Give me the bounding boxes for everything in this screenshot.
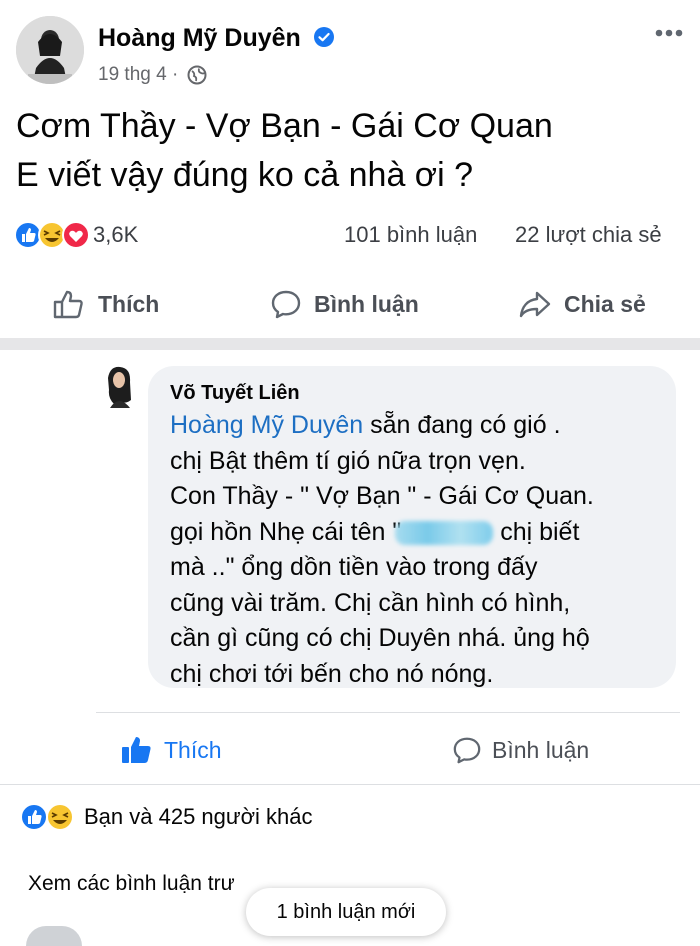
thumbs-up-filled-icon [122, 737, 151, 763]
comment-count-link[interactable]: 101 bình luận [344, 222, 477, 248]
comment-line-3: Con Thầy - " Vợ Bạn " - Gái Cơ Quan. [170, 482, 594, 510]
post-author[interactable]: Hoàng Mỹ Duyên [98, 24, 334, 53]
like-reaction-icon [14, 221, 42, 249]
next-comment-avatar[interactable] [26, 926, 82, 946]
comment-line-4b: chị biết [493, 517, 580, 546]
love-reaction-icon [62, 221, 90, 249]
comment-bubble-icon [453, 737, 481, 764]
comment-label: Bình luận [314, 290, 419, 317]
post-text-line-2: E viết vậy đúng ko cả nhà ơi ? [16, 156, 474, 194]
share-label: Chia sẻ [564, 290, 646, 317]
like-button[interactable]: Thích [52, 282, 159, 326]
comment-like-button[interactable]: Thích [120, 728, 222, 772]
share-count-link[interactable]: 22 lượt chia sẻ [515, 222, 662, 248]
post-date-text[interactable]: 19 thg 4 · [98, 64, 178, 85]
reactors-summary[interactable]: Bạn và 425 người khác [20, 802, 313, 832]
comment-text: Hoàng Mỹ Duyên sẵn đang có gió . chị Bật… [170, 408, 670, 692]
mention-link[interactable]: Hoàng Mỹ Duyên [170, 411, 363, 439]
comment-line-2: chị Bật thêm tí gió nữa trọn vẹn. [170, 446, 526, 475]
blurred-name [395, 520, 494, 545]
post-text-line-1: Cơm Thầy - Vợ Bạn - Gái Cơ Quan [16, 107, 553, 145]
new-comment-button[interactable]: 1 bình luận mới [246, 888, 446, 936]
share-button[interactable]: Chia sẻ [518, 282, 646, 326]
comment-line-6: cũng vài trăm. Chị cần hình có hình, [170, 588, 571, 617]
reactors-text: Bạn và 425 người khác [84, 804, 313, 829]
comment-line-7: cần gì cũng có chị Duyên nhá. ủng hộ [170, 624, 590, 652]
reaction-icons[interactable] [14, 220, 92, 250]
comment-line-5: mà .." ổng dồn tiền vào trong đấy [170, 553, 538, 581]
post-author-name[interactable]: Hoàng Mỹ Duyên [98, 24, 301, 52]
comment-divider-bottom [0, 784, 700, 785]
comment-button[interactable]: Bình luận [270, 282, 419, 326]
comment-reply-label: Bình luận [492, 736, 590, 763]
comment-line-1: sẵn đang có gió . [363, 411, 561, 439]
thumbs-up-outline-icon [53, 290, 83, 319]
comment-line-8: chị chơi tới bến cho nó nóng. [170, 659, 494, 688]
avatar-photo [16, 16, 84, 84]
comment-like-label: Thích [164, 736, 222, 763]
haha-reaction-icon [46, 803, 74, 831]
more-dots-icon [655, 29, 683, 37]
haha-reaction-icon [38, 221, 66, 249]
post-text: Cơm Thầy - Vợ Bạn - Gái Cơ Quan E viết v… [16, 102, 553, 200]
author-avatar[interactable] [16, 16, 84, 84]
globe-icon [187, 65, 207, 85]
verified-badge-icon [313, 27, 334, 48]
comment-reply-button[interactable]: Bình luận [452, 728, 589, 772]
view-previous-label: Xem các bình luận trư [28, 872, 235, 895]
commenter-avatar-photo [108, 366, 131, 408]
like-reaction-icon [20, 803, 48, 831]
new-comment-label: 1 bình luận mới [276, 900, 416, 923]
comment-divider-top [96, 712, 680, 713]
more-options-button[interactable] [652, 20, 686, 46]
comment-line-4a: gọi hồn Nhẹ cái tên " [170, 517, 402, 546]
post-timestamp[interactable]: 19 thg 4 · [98, 64, 207, 86]
like-label: Thích [98, 290, 160, 317]
reaction-count[interactable]: 3,6K [93, 222, 138, 248]
commenter-avatar[interactable] [100, 364, 138, 408]
share-arrow-icon [519, 291, 551, 318]
comment-bubble-icon [271, 290, 301, 319]
view-previous-comments-link[interactable]: Xem các bình luận trư [28, 872, 235, 896]
comment-author-name[interactable]: Võ Tuyết Liên [170, 382, 300, 405]
section-divider [0, 338, 700, 350]
